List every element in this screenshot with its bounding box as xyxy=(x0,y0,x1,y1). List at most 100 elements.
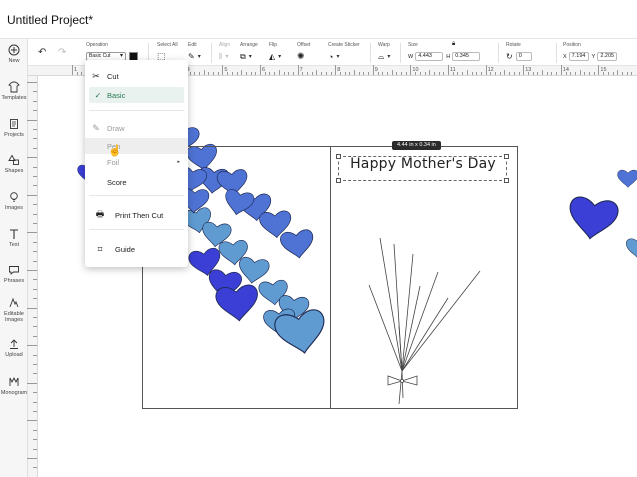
sidebar-item-upload[interactable]: Upload xyxy=(0,338,28,358)
menu-divider xyxy=(89,229,184,230)
sidebar-item-text[interactable]: Text xyxy=(0,228,28,248)
ruler-tick xyxy=(344,72,346,75)
ruler-tick xyxy=(81,72,83,75)
ruler-tick xyxy=(33,147,37,149)
edit-group: Edit ✎ ▾ xyxy=(188,42,201,64)
offset-icon[interactable]: ✺ xyxy=(297,51,305,62)
ruler-tick xyxy=(245,72,247,75)
ruler-tick xyxy=(189,72,191,75)
ruler-tick xyxy=(574,72,576,75)
printer-icon: 🖶 xyxy=(95,209,105,219)
chevron-down-icon[interactable]: ▾ xyxy=(225,53,228,60)
flip-caption: Flip xyxy=(269,42,278,48)
resize-handle[interactable] xyxy=(336,154,341,159)
left-sidebar: New Templates Projects Shapes Images Tex… xyxy=(0,39,28,477)
card-right-panel[interactable] xyxy=(330,146,518,409)
y-value[interactable]: 2.205 xyxy=(597,52,618,61)
toolbar-divider xyxy=(400,43,401,63)
menu-item-print-then-cut[interactable]: 🖶 Print Then Cut xyxy=(85,207,188,223)
ruler-tick xyxy=(264,72,266,75)
redo-icon[interactable]: ↷ xyxy=(58,47,66,58)
ruler-tick xyxy=(386,72,388,75)
undo-icon[interactable]: ↶ xyxy=(38,47,46,58)
sidebar-item-shapes[interactable]: Shapes xyxy=(0,154,28,174)
arrange-icon[interactable]: ⧉ xyxy=(240,52,246,62)
position-caption: Position xyxy=(563,42,581,48)
warp-icon[interactable]: ⌓ xyxy=(378,52,384,62)
title-bar: Untitled Project* xyxy=(0,0,637,39)
menu-item-basic[interactable]: ✓ Basic xyxy=(89,87,184,103)
menu-item-foil[interactable]: Foil ▸ xyxy=(85,154,188,170)
ruler-tick xyxy=(198,72,200,75)
rotate-value[interactable]: 0 xyxy=(515,52,532,61)
create-sticker-group: Create Sticker ◔ ▾ xyxy=(328,42,360,64)
ruler-tick xyxy=(33,439,37,441)
resize-handle[interactable] xyxy=(336,178,341,183)
sidebar-item-images[interactable]: Images xyxy=(0,191,28,211)
size-width-field[interactable]: W 4.443 xyxy=(408,52,444,61)
upload-icon xyxy=(10,339,18,349)
sticker-icon[interactable]: ◔ xyxy=(328,52,333,62)
sidebar-item-editable-images[interactable]: Editable Images xyxy=(0,297,28,323)
menu-item-draw[interactable]: ✎ Draw xyxy=(85,120,188,136)
ruler-tick xyxy=(551,72,553,75)
ruler-tick xyxy=(33,401,37,403)
position-x-field[interactable]: X 7.194 xyxy=(563,52,589,61)
chevron-down-icon[interactable]: ▾ xyxy=(198,53,201,60)
project-title[interactable]: Untitled Project* xyxy=(7,13,93,27)
menu-item-cut[interactable]: ✂ Cut xyxy=(85,68,188,84)
ruler-tick xyxy=(462,72,464,75)
ruler-tick xyxy=(33,392,37,394)
menu-item-score[interactable]: Score xyxy=(85,174,188,190)
chevron-down-icon[interactable]: ▾ xyxy=(387,53,390,60)
width-value[interactable]: 4.443 xyxy=(415,52,444,61)
sidebar-item-projects[interactable]: Projects xyxy=(0,118,28,138)
ruler-tick xyxy=(27,458,37,459)
sidebar-item-new[interactable]: New xyxy=(0,44,28,64)
ruler-tick xyxy=(424,72,426,75)
ruler-tick xyxy=(283,72,285,75)
menu-item-pen[interactable]: Pen xyxy=(85,138,188,154)
sidebar-item-monogram[interactable]: Monogram xyxy=(0,376,28,396)
align-icon[interactable]: ⫴ xyxy=(219,52,222,62)
position-group: Position X 7.194 Y 2.205 xyxy=(563,42,618,64)
ruler-tick xyxy=(33,91,37,93)
align-caption: Align xyxy=(219,42,231,48)
resize-handle[interactable] xyxy=(504,178,509,183)
sidebar-item-label: Projects xyxy=(4,132,24,138)
flip-icon[interactable]: ◭ xyxy=(269,52,275,61)
chevron-down-icon[interactable]: ▾ xyxy=(249,53,252,60)
height-value[interactable]: 0.345 xyxy=(452,52,481,61)
ruler-tick xyxy=(33,241,37,243)
size-height-field[interactable]: H 0.345 xyxy=(446,52,481,61)
ruler-tick xyxy=(33,317,37,318)
x-value[interactable]: 7.194 xyxy=(568,52,589,61)
ruler-tick xyxy=(603,72,605,75)
heart-shape[interactable] xyxy=(625,238,637,259)
heart-shape[interactable] xyxy=(565,194,621,243)
resize-handle[interactable] xyxy=(504,154,509,159)
selection-box[interactable] xyxy=(336,154,509,183)
ruler-tick xyxy=(231,72,233,75)
ruler-tick xyxy=(222,65,224,75)
ruler-tick xyxy=(27,119,37,121)
pencil-icon[interactable]: ✎ xyxy=(188,52,195,61)
rotate-field[interactable]: 0 xyxy=(515,52,532,61)
heart-shape[interactable] xyxy=(617,169,637,188)
monogram-icon xyxy=(9,376,19,386)
menu-item-label: Print Then Cut xyxy=(115,210,164,220)
toolbar-divider xyxy=(556,43,557,63)
sidebar-item-templates[interactable]: Templates xyxy=(0,81,28,101)
ruler-tick xyxy=(593,72,595,75)
editable-images-icon xyxy=(9,297,19,308)
ruler-tick xyxy=(607,72,609,75)
chevron-down-icon[interactable]: ▾ xyxy=(336,53,339,60)
menu-item-guide[interactable]: ⌗ Guide xyxy=(85,241,188,257)
chevron-down-icon[interactable]: ▾ xyxy=(278,53,281,60)
sidebar-item-phrases[interactable]: Phrases xyxy=(0,264,28,284)
ruler-tick xyxy=(27,270,37,271)
width-letter: W xyxy=(408,53,414,60)
position-y-field[interactable]: Y 2.205 xyxy=(592,52,618,61)
lock-icon[interactable]: 🔒︎ xyxy=(452,41,455,48)
hand-cursor-icon: ☝ xyxy=(108,145,122,157)
